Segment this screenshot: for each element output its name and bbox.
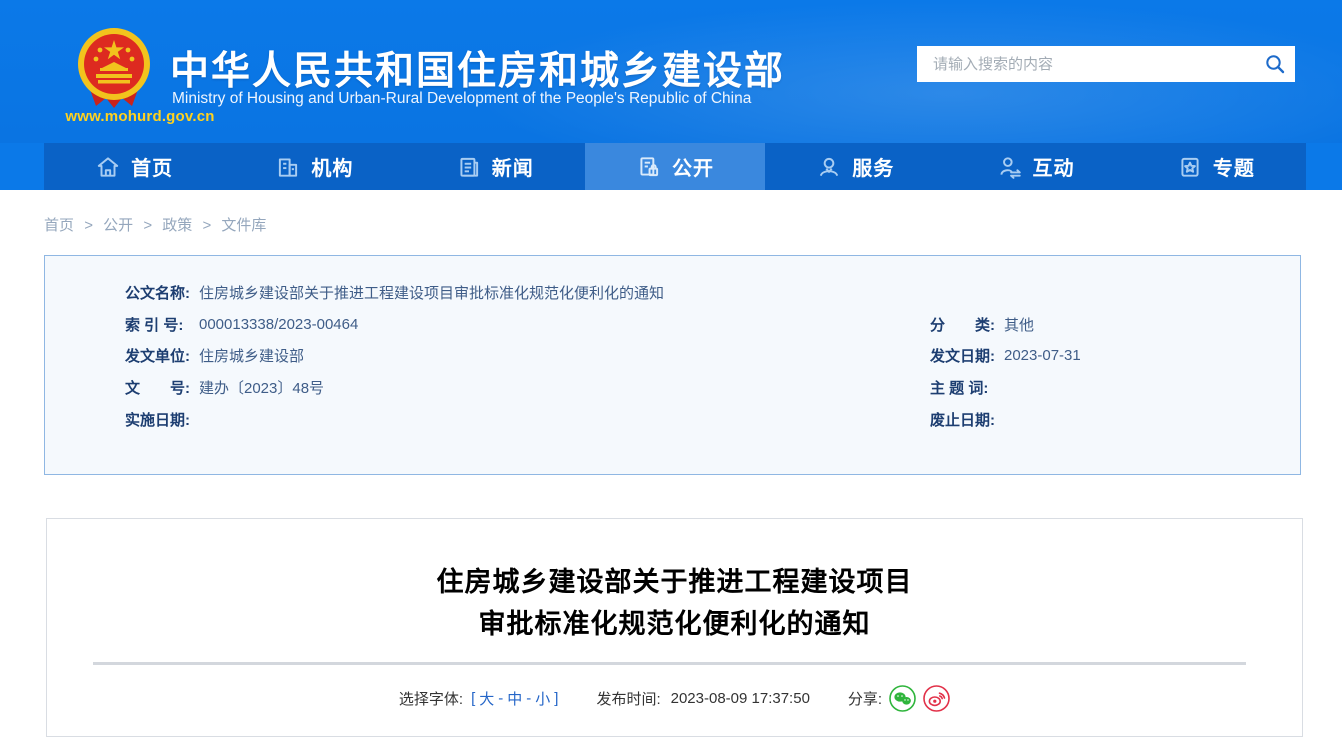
search-input[interactable]	[931, 54, 1255, 74]
doc-field-index-number: 索 引 号: 000013338/2023-00464	[125, 309, 664, 341]
doc-field-implementation-date: 实施日期:	[125, 403, 664, 435]
breadcrumb-library[interactable]: 文件库	[221, 217, 266, 234]
page: www.mohurd.gov.cn 中华人民共和国住房和城乡建设部 Minist…	[0, 0, 1342, 738]
doc-field-category: 分 类: 其他	[930, 309, 1081, 341]
publish-time-label: 发布时间:	[596, 691, 661, 708]
doc-info-right-column: 分 类: 其他 发文日期: 2023-07-31 主 题 词: 废止日期:	[930, 309, 1081, 435]
doc-field-label: 索 引 号:	[125, 316, 184, 334]
nav-item-label: 首页	[131, 158, 174, 180]
nav-item-topics[interactable]: 专题	[1126, 143, 1306, 190]
font-size-selector: 选择字体: [ 大 - 中 - 小 ]	[399, 688, 559, 709]
doc-field-value: 建办〔2023〕48号	[199, 380, 325, 398]
organization-icon	[279, 157, 298, 177]
nav-item-news[interactable]: 新闻	[405, 143, 585, 190]
search-button[interactable]	[1255, 46, 1295, 82]
doc-field-label: 发文单位:	[125, 348, 190, 366]
weibo-icon	[923, 685, 950, 712]
article-panel: 住房城乡建设部关于推进工程建设项目 审批标准化规范化便利化的通知 选择字体: […	[46, 518, 1303, 737]
article-title-line2: 审批标准化规范化便利化的通知	[478, 609, 871, 639]
disclosure-icon	[640, 156, 659, 176]
share-group: 分享:	[848, 685, 950, 712]
size-separator: -	[526, 690, 532, 707]
main-nav: 首页 机构 新闻 公开 服务 互动 专题	[44, 143, 1306, 190]
doc-field-issuing-unit: 发文单位: 住房城乡建设部	[125, 340, 664, 372]
doc-field-value: 住房城乡建设部	[199, 348, 305, 366]
news-icon	[460, 157, 478, 177]
document-info-panel: 公文名称: 住房城乡建设部关于推进工程建设项目审批标准化规范化便利化的通知 索 …	[44, 255, 1301, 475]
doc-field-value: 2023-07-31	[1004, 347, 1081, 365]
breadcrumb-separator: >	[143, 217, 153, 234]
nav-row: 首页 机构 新闻 公开 服务 互动 专题	[0, 143, 1342, 190]
national-emblem-logo	[78, 28, 150, 108]
doc-field-label: 废止日期:	[930, 411, 995, 429]
site-title-chinese: 中华人民共和国住房和城乡建设部	[170, 50, 786, 93]
bracket-open: [	[471, 690, 476, 707]
nav-item-label: 服务	[852, 158, 895, 180]
nav-item-label: 机构	[311, 158, 354, 180]
font-size-medium-link[interactable]: 中	[507, 688, 522, 709]
site-header: www.mohurd.gov.cn 中华人民共和国住房和城乡建设部 Minist…	[0, 0, 1342, 143]
doc-field-repeal-date: 废止日期:	[930, 403, 1081, 435]
search-icon	[1266, 55, 1285, 74]
doc-field-label: 文 号:	[125, 380, 190, 398]
doc-field-label: 公文名称:	[125, 285, 190, 303]
nav-item-label: 新闻	[491, 158, 534, 180]
topics-icon	[1181, 157, 1199, 177]
doc-field-name: 公文名称: 住房城乡建设部关于推进工程建设项目审批标准化规范化便利化的通知	[125, 277, 664, 309]
doc-field-subject-words: 主 题 词:	[930, 372, 1081, 404]
wechat-icon	[889, 685, 916, 712]
breadcrumb-policy[interactable]: 政策	[162, 217, 192, 234]
nav-item-label: 互动	[1032, 158, 1075, 180]
doc-field-label: 主 题 词:	[930, 380, 989, 398]
article-title: 住房城乡建设部关于推进工程建设项目 审批标准化规范化便利化的通知	[47, 561, 1302, 645]
font-size-large-link[interactable]: 大	[479, 688, 494, 709]
breadcrumb-home[interactable]: 首页	[44, 217, 74, 234]
doc-field-document-number: 文 号: 建办〔2023〕48号	[125, 372, 664, 404]
doc-info-left-column: 公文名称: 住房城乡建设部关于推进工程建设项目审批标准化规范化便利化的通知 索 …	[125, 277, 664, 435]
site-title-english: Ministry of Housing and Urban-Rural Deve…	[172, 90, 752, 107]
wechat-share-button[interactable]	[889, 685, 916, 712]
nav-item-label: 公开	[671, 158, 714, 180]
size-separator: -	[498, 690, 504, 707]
nav-item-organization[interactable]: 机构	[224, 143, 404, 190]
nav-item-interaction[interactable]: 互动	[945, 143, 1125, 190]
weibo-share-button[interactable]	[923, 685, 950, 712]
article-divider	[93, 662, 1246, 665]
bracket-close: ]	[554, 690, 559, 707]
publish-time-value: 2023-08-09 17:37:50	[670, 690, 810, 707]
breadcrumb-separator: >	[84, 217, 93, 234]
breadcrumb-separator: >	[202, 217, 212, 234]
nav-item-label: 专题	[1212, 158, 1255, 180]
nav-item-home[interactable]: 首页	[44, 143, 224, 190]
interaction-icon	[999, 156, 1021, 179]
doc-field-label: 分 类:	[930, 316, 995, 334]
nav-item-service[interactable]: 服务	[765, 143, 945, 190]
article-meta-bar: 选择字体: [ 大 - 中 - 小 ] 发布时间: 2023-08-09 17:…	[47, 685, 1302, 712]
service-icon	[820, 157, 839, 176]
doc-field-value: 000013338/2023-00464	[199, 315, 359, 333]
doc-field-label: 发文日期:	[930, 348, 995, 366]
breadcrumb: 首页 > 公开 > 政策 > 文件库	[44, 214, 272, 235]
site-url: www.mohurd.gov.cn	[65, 108, 215, 125]
publish-time-group: 发布时间: 2023-08-09 17:37:50	[596, 688, 809, 709]
search-box	[917, 46, 1295, 82]
share-label: 分享:	[847, 691, 883, 708]
breadcrumb-disclosure[interactable]: 公开	[103, 217, 133, 234]
doc-field-value: 住房城乡建设部关于推进工程建设项目审批标准化规范化便利化的通知	[199, 285, 665, 303]
article-title-line1: 住房城乡建设部关于推进工程建设项目	[436, 567, 913, 597]
doc-field-label: 实施日期:	[125, 411, 190, 429]
home-icon	[97, 156, 119, 177]
doc-field-issue-date: 发文日期: 2023-07-31	[930, 340, 1081, 372]
font-size-small-link[interactable]: 小	[535, 688, 550, 709]
font-selector-label: 选择字体:	[398, 691, 464, 708]
doc-field-value: 其他	[1004, 316, 1035, 334]
nav-item-disclosure[interactable]: 公开	[584, 143, 766, 190]
